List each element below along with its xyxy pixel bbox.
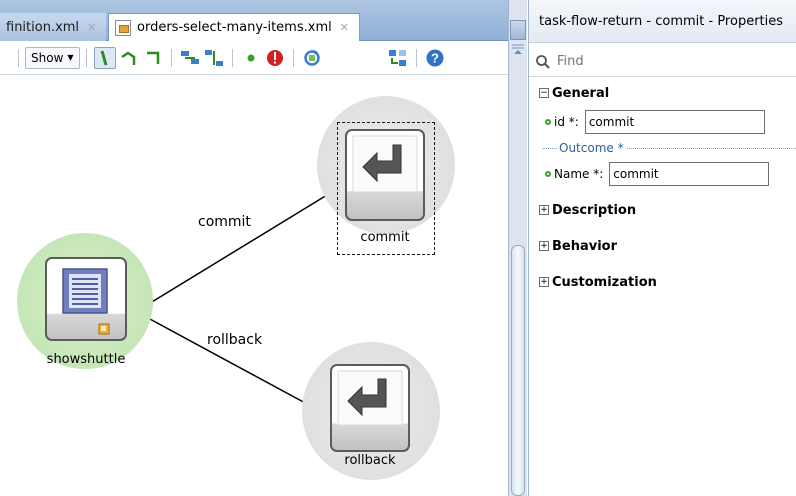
expand-icon[interactable]: + <box>539 277 549 287</box>
edge-commit <box>128 183 347 309</box>
chevron-down-icon: ▼ <box>67 53 74 62</box>
wildcard-flow-icon[interactable] <box>118 47 140 69</box>
show-dropdown-button[interactable]: Show ▼ <box>25 46 80 69</box>
return-arrow-icon <box>352 135 418 193</box>
section-general[interactable]: − General <box>529 79 796 107</box>
id-input[interactable] <box>584 110 765 134</box>
collapse-icon[interactable]: − <box>539 88 549 98</box>
tab-orders-select-many-items[interactable]: orders-select-many-items.xml ✕ <box>108 13 360 41</box>
toolbar-separator <box>85 48 87 67</box>
layout-horizontal-icon[interactable] <box>179 47 201 69</box>
show-label: Show <box>31 50 64 65</box>
name-label: Name *: <box>554 167 604 181</box>
edge-label-commit[interactable]: commit <box>198 214 251 230</box>
exception-handler-icon[interactable] <box>264 47 286 69</box>
default-activity-icon[interactable] <box>240 47 262 69</box>
scroll-grip-icon[interactable] <box>510 42 526 56</box>
editor-tab-bar: finition.xml ✕ orders-select-many-items.… <box>0 0 508 41</box>
return-arrow-icon <box>337 370 403 426</box>
overview-icon[interactable] <box>387 47 409 69</box>
diagram-canvas[interactable]: showshuttle commit rollback commit rollb… <box>0 76 508 496</box>
help-icon[interactable]: ? <box>424 47 446 69</box>
scroll-minimize-icon[interactable] <box>510 20 526 40</box>
section-behavior-label: Behavior <box>552 238 618 254</box>
name-input[interactable] <box>609 162 770 186</box>
properties-title: task-flow-return - commit - Properties <box>529 0 796 43</box>
toolbar-separator <box>231 48 233 67</box>
toolbar-separator <box>170 48 172 67</box>
expand-icon[interactable]: + <box>539 205 549 215</box>
id-field-row: id *: <box>529 107 796 137</box>
required-dot-icon <box>545 119 551 125</box>
control-flow-icon[interactable] <box>93 46 116 69</box>
svg-text:?: ? <box>431 50 439 65</box>
section-general-label: General <box>552 85 610 101</box>
find-bar <box>529 47 796 77</box>
refresh-icon[interactable] <box>301 47 323 69</box>
section-description-label: Description <box>552 202 637 218</box>
return-flow-icon[interactable] <box>142 47 164 69</box>
required-dot-icon <box>545 171 551 177</box>
vertical-scrollbar[interactable] <box>508 0 527 496</box>
showshuttle-node[interactable] <box>45 257 127 341</box>
showshuttle-label: showshuttle <box>46 352 126 367</box>
toolbar-separator <box>292 48 294 67</box>
toolbar-separator <box>415 48 417 67</box>
layout-vertical-icon[interactable] <box>203 47 225 69</box>
commit-label: commit <box>360 230 410 245</box>
toolbar-separator <box>18 48 19 67</box>
scroll-thumb[interactable] <box>511 245 525 496</box>
close-tab-icon[interactable]: ✕ <box>340 21 349 34</box>
section-description[interactable]: + Description <box>529 196 796 224</box>
properties-panel: task-flow-return - commit - Properties −… <box>528 0 796 496</box>
tab-finition-xml[interactable]: finition.xml ✕ <box>0 13 106 41</box>
expand-icon[interactable]: + <box>539 241 549 251</box>
name-field-row: Name *: <box>529 159 796 189</box>
xml-file-icon <box>115 19 131 36</box>
commit-node[interactable] <box>345 129 425 221</box>
diagram-toolbar: Show ▼ ? <box>0 41 508 75</box>
find-input[interactable] <box>557 54 777 69</box>
outcome-divider <box>626 147 796 149</box>
section-customization-label: Customization <box>552 274 657 290</box>
close-tab-icon[interactable]: ✕ <box>87 21 96 34</box>
search-icon <box>536 54 550 69</box>
outcome-group: Outcome * <box>529 137 796 159</box>
section-behavior[interactable]: + Behavior <box>529 232 796 260</box>
view-page-icon <box>62 268 110 335</box>
rollback-label: rollback <box>344 453 396 468</box>
edge-label-rollback[interactable]: rollback <box>207 332 262 348</box>
tab-label: orders-select-many-items.xml <box>137 20 332 35</box>
tab-label: finition.xml <box>6 19 80 35</box>
outcome-label: Outcome * <box>559 141 624 155</box>
id-label: id *: <box>554 115 579 129</box>
diagram-editor: finition.xml ✕ orders-select-many-items.… <box>0 0 508 496</box>
rollback-node[interactable] <box>330 364 410 452</box>
outcome-divider <box>543 147 557 149</box>
section-customization[interactable]: + Customization <box>529 268 796 296</box>
